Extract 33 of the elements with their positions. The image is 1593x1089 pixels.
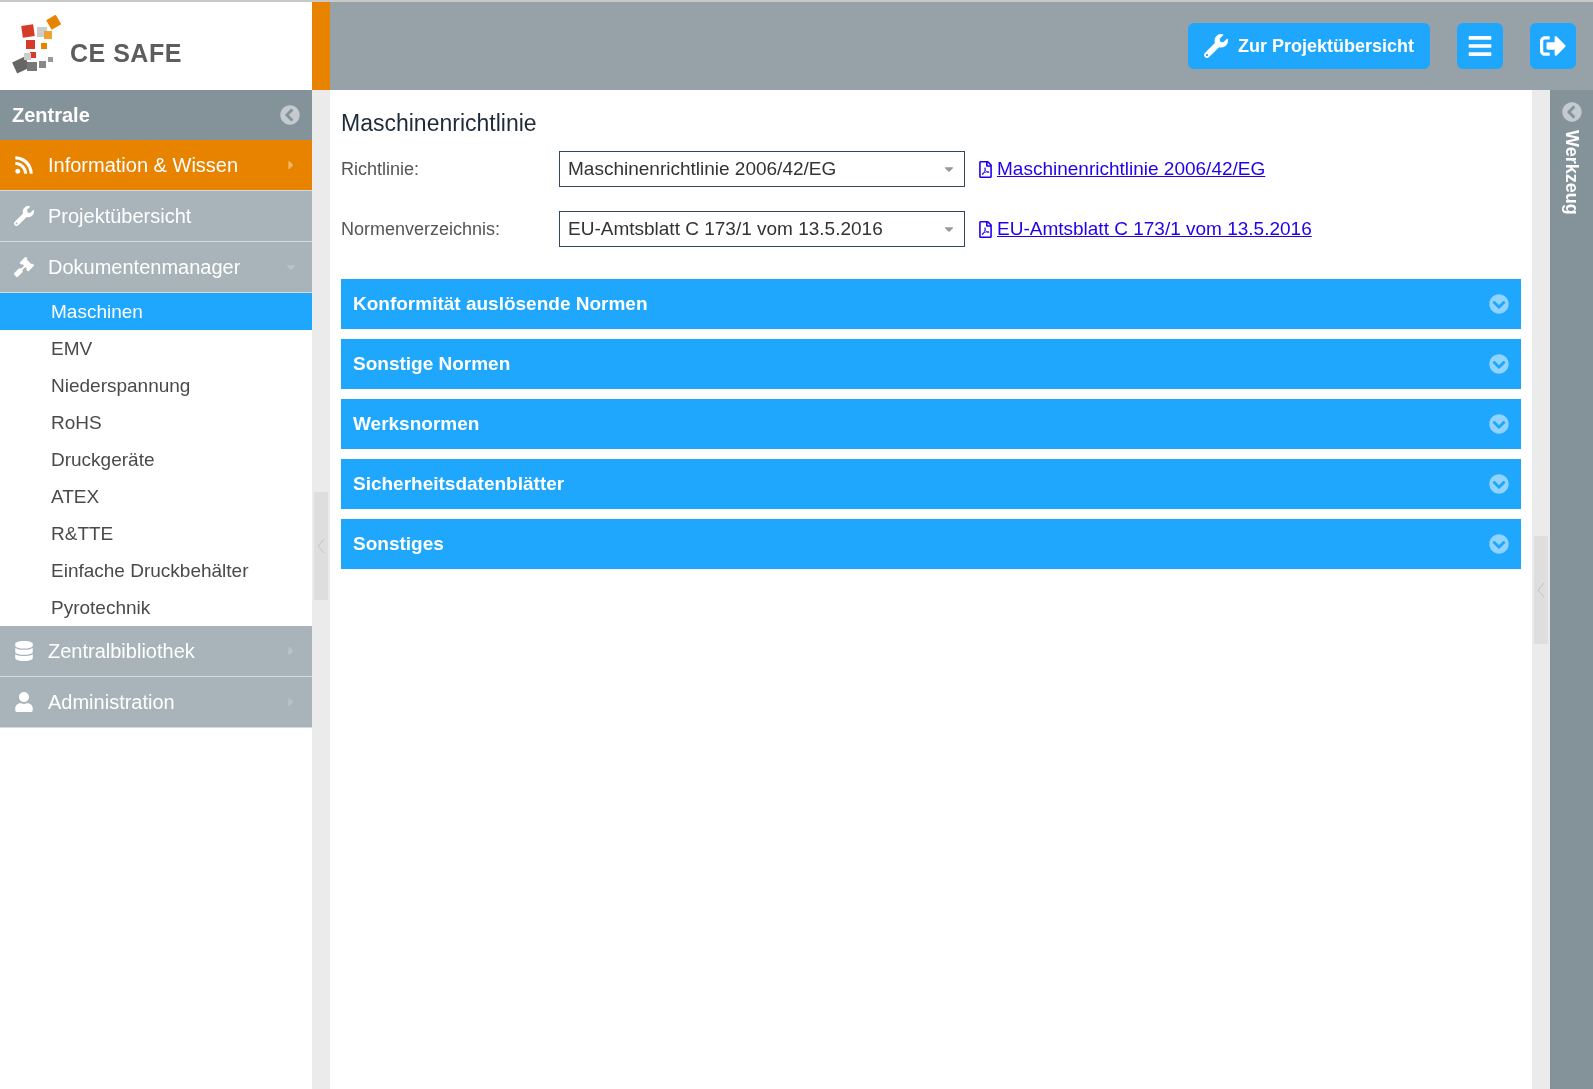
panel-title: Werkzeug <box>1561 130 1582 215</box>
field-label: Richtlinie: <box>341 158 421 180</box>
logout-button[interactable] <box>1530 23 1576 69</box>
chevron-icon <box>1489 474 1509 494</box>
menu-icon <box>1467 33 1493 59</box>
nav-icon <box>14 257 34 277</box>
nav-icon <box>14 155 34 175</box>
logo-text: CE SAFE <box>70 38 182 68</box>
pdf-icon <box>977 160 994 178</box>
field-label: Normenverzeichnis: <box>341 218 502 240</box>
menu-button[interactable] <box>1457 23 1503 69</box>
pdf-link[interactable]: EU-Amtsblatt C 173/1 vom 13.5.2016 <box>977 218 1312 240</box>
chevron-icon <box>1489 294 1509 314</box>
nav-icon <box>14 641 34 661</box>
pdf-icon <box>977 220 994 238</box>
chevron-icon <box>1489 414 1509 434</box>
nav-icon <box>14 206 34 226</box>
sidebar-title: Zentrale <box>12 103 90 127</box>
chevron-icon <box>1538 582 1544 597</box>
collapse-handle[interactable] <box>1534 535 1548 644</box>
chevron-icon <box>1489 534 1509 554</box>
select-field[interactable]: Maschinenrichtlinie 2006/42/EG <box>559 151 965 187</box>
chevron-icon <box>318 538 324 553</box>
logout-icon <box>1540 33 1566 59</box>
pdf-link[interactable]: Maschinenrichtlinie 2006/42/EG <box>977 158 1266 180</box>
wrench-icon <box>1203 34 1228 58</box>
collapse-icon[interactable] <box>280 105 300 125</box>
chevron-icon <box>1489 354 1509 374</box>
select-field[interactable]: EU-Amtsblatt C 173/1 vom 13.5.2016 <box>559 211 965 247</box>
collapse-handle[interactable] <box>314 491 328 600</box>
collapse-icon[interactable] <box>1561 102 1582 122</box>
page-title: Maschinenrichtlinie <box>341 110 538 137</box>
nav-icon <box>14 692 34 712</box>
